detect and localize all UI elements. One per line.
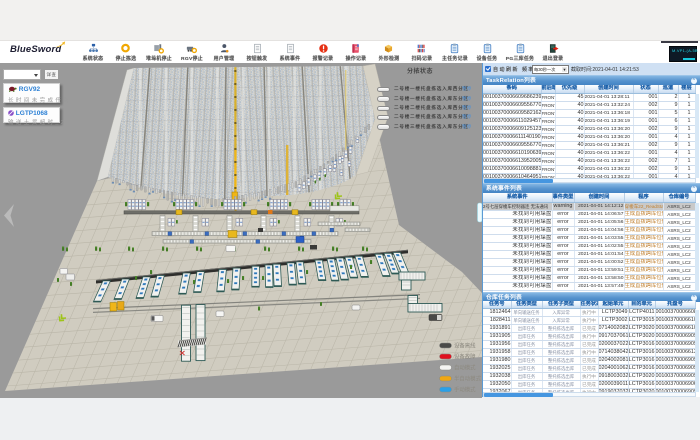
- svg-text:设备离线: 设备离线: [454, 342, 476, 350]
- svg-text:手动模式: 手动模式: [454, 386, 476, 394]
- svg-text:半自动模式: 半自动模式: [454, 375, 482, 383]
- svg-text:自动模式: 自动模式: [454, 364, 476, 372]
- svg-text:设备故障: 设备故障: [454, 353, 476, 361]
